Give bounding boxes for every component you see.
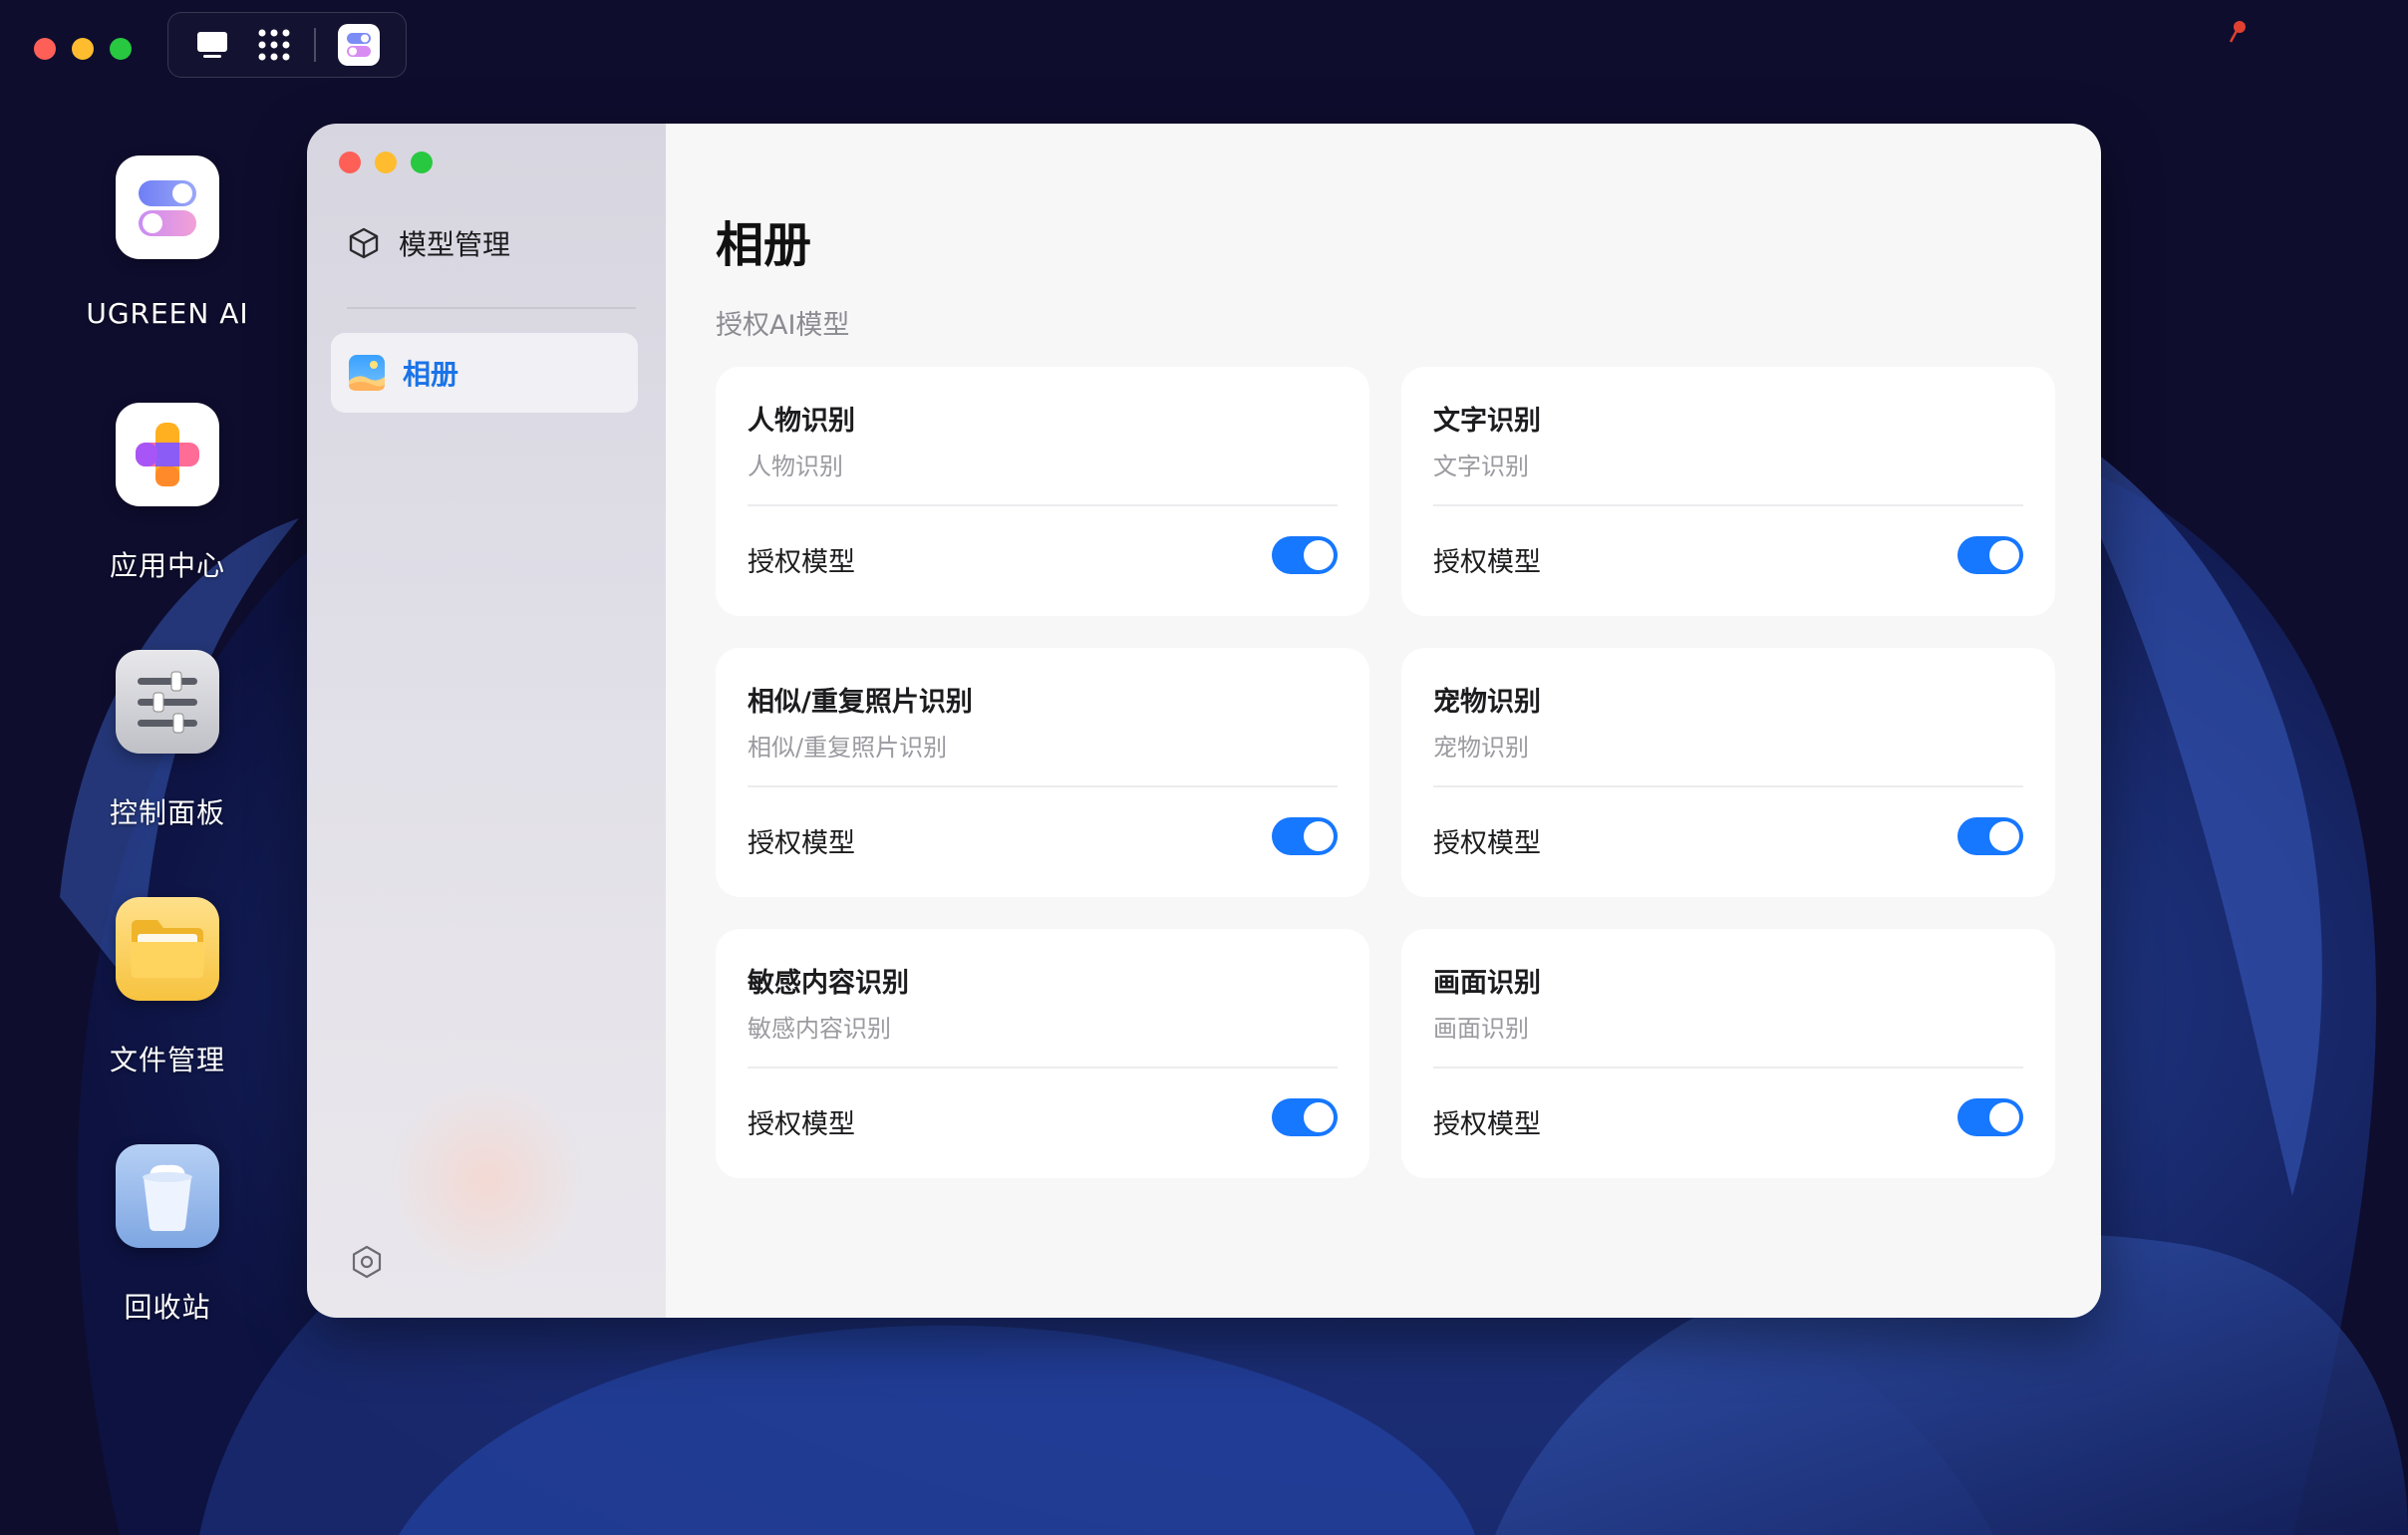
card-toggle-label: 授权模型 [748,828,855,859]
card-toggle-label: 授权模型 [1433,1109,1541,1140]
sidebar-section-model-management[interactable]: 模型管理 [347,223,510,263]
desktop-icon-label: 控制面板 [109,796,225,829]
card-subtitle: 相似/重复照片识别 [748,734,948,762]
maximize-button[interactable] [110,38,132,60]
card-title: 画面识别 [1433,968,1541,999]
section-subtitle: 授权AI模型 [716,310,850,341]
desktop-icon-label: 文件管理 [109,1044,225,1076]
app-center-icon [116,403,219,506]
card-subtitle: 敏感内容识别 [748,1015,891,1043]
sidebar-item-label: 相册 [403,358,459,391]
ugreen-ai-toggle-icon [116,155,219,259]
main-content: 相册 授权AI模型 人物识别 人物识别 授权模型 文字识别 文字识别 授权模型 … [666,124,2101,1318]
card-toggle-label: 授权模型 [1433,547,1541,578]
card-divider [748,504,1338,506]
card-title: 人物识别 [748,406,855,437]
card-title: 相似/重复照片识别 [748,687,973,718]
sidebar-item-album[interactable]: 相册 [331,333,638,413]
desktop-icon-ugreen-ai[interactable]: UGREEN AI [78,155,257,330]
desktop-icon-label: 应用中心 [109,549,225,582]
card-subtitle: 文字识别 [1433,453,1529,480]
card-title: 敏感内容识别 [748,968,909,999]
desktop-icon-label: 回收站 [124,1291,211,1324]
close-button[interactable] [34,38,56,60]
desktop-icon-label: UGREEN AI [86,297,249,330]
photo-album-icon [349,355,385,391]
model-card-text-recognition: 文字识别 文字识别 授权模型 [1401,367,2055,616]
desktop-icon-app-center[interactable]: 应用中心 [78,403,257,584]
card-toggle-label: 授权模型 [1433,828,1541,859]
minimize-button[interactable] [72,38,94,60]
authorize-toggle[interactable] [1272,536,1338,574]
taskbar [167,12,407,78]
card-subtitle: 宠物识别 [1433,734,1529,762]
cube-icon [349,227,379,259]
ugreen-ai-window: 模型管理 相册 相册 授权AI模型 人物识别 人物识别 授权模型 文字识别 文字… [307,124,2101,1318]
card-divider [1433,1067,2023,1069]
card-divider [748,785,1338,787]
window-controls [339,152,433,173]
authorize-toggle[interactable] [1957,817,2023,855]
sliders-icon [116,650,219,754]
window-close-button[interactable] [339,152,361,173]
card-title: 文字识别 [1433,406,1541,437]
model-card-sensitive-content-recognition: 敏感内容识别 敏感内容识别 授权模型 [716,929,1369,1178]
authorize-toggle[interactable] [1272,1098,1338,1136]
card-divider [748,1067,1338,1069]
desktop-icon-recycle-bin[interactable]: 回收站 [78,1144,257,1326]
trash-bin-icon [116,1144,219,1248]
window-minimize-button[interactable] [375,152,397,173]
card-divider [1433,504,2023,506]
pin-icon [2229,21,2246,43]
settings-icon[interactable] [349,1244,385,1280]
page-title: 相册 [716,217,812,273]
sidebar: 模型管理 相册 [307,124,666,1318]
model-card-pet-recognition: 宠物识别 宠物识别 授权模型 [1401,648,2055,897]
sidebar-section-label: 模型管理 [399,228,511,261]
authorize-toggle[interactable] [1272,817,1338,855]
desktop-icon-file-manager[interactable]: 文件管理 [78,897,257,1078]
apps-grid-icon[interactable] [256,27,292,63]
card-subtitle: 人物识别 [748,453,843,480]
taskbar-separator [314,28,316,62]
window-maximize-button[interactable] [411,152,433,173]
card-toggle-label: 授权模型 [748,547,855,578]
desktop-icon-control-panel[interactable]: 控制面板 [78,650,257,831]
ugreen-ai-app-icon[interactable] [338,24,380,66]
desktop-monitor-icon[interactable] [194,27,230,63]
model-card-similar-photo-recognition: 相似/重复照片识别 相似/重复照片识别 授权模型 [716,648,1369,897]
card-title: 宠物识别 [1433,687,1541,718]
folder-icon [116,897,219,1001]
model-card-person-recognition: 人物识别 人物识别 授权模型 [716,367,1369,616]
authorize-toggle[interactable] [1957,1098,2023,1136]
desktop-window-controls [34,38,132,60]
card-toggle-label: 授权模型 [748,1109,855,1140]
authorize-toggle[interactable] [1957,536,2023,574]
model-card-scene-recognition: 画面识别 画面识别 授权模型 [1401,929,2055,1178]
card-subtitle: 画面识别 [1433,1015,1529,1043]
card-divider [1433,785,2023,787]
sidebar-divider [347,307,636,309]
